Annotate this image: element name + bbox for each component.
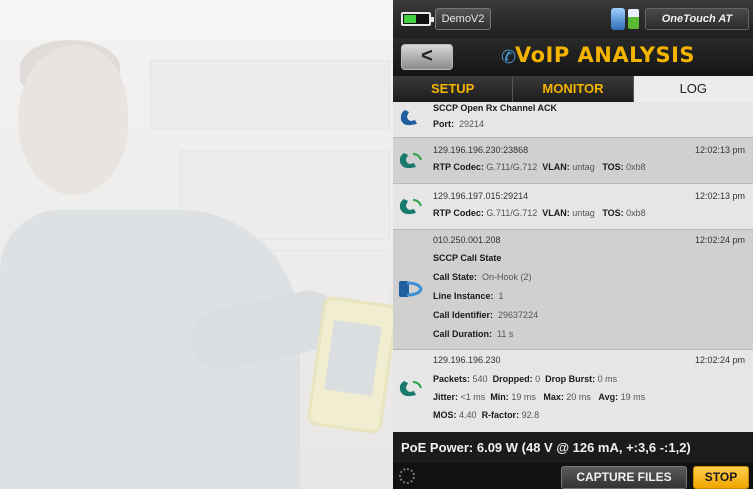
dropped-value: 0 [535, 374, 541, 384]
device-screen: DemoV2 OneTouch AT < ✆ VoIP ANALYSIS SET… [393, 0, 753, 489]
profile-button[interactable]: DemoV2 [435, 8, 491, 30]
tab-bar: SETUP MONITOR LOG [393, 76, 753, 102]
vlan-value: untag [572, 208, 595, 218]
page-title: VoIP ANALYSIS [515, 43, 696, 67]
entry-address: 010.250.001.208 [433, 235, 501, 245]
drop-burst-value: 0 ms [597, 374, 618, 384]
entry-time: 12:02:24 pm [694, 235, 745, 245]
tab-setup[interactable]: SETUP [393, 76, 514, 102]
log-list[interactable]: SCCP Open Rx Channel ACK Port: 29214 129… [393, 102, 753, 432]
min-value: 19 ms [511, 392, 536, 402]
tos-label: TOS: [602, 208, 624, 218]
list-item[interactable]: 129.196.196.230 12:02:24 pm Packets: 540… [393, 350, 753, 432]
poe-power-status: PoE Power: 6.09 W (48 V @ 126 mA, +:3,6 … [393, 432, 753, 463]
max-label: Max: [543, 392, 564, 402]
battery-icon [401, 12, 434, 26]
title-bar: < ✆ VoIP ANALYSIS [393, 38, 753, 76]
packets-label: Packets: [433, 374, 471, 384]
rtp-phone-icon [399, 153, 422, 169]
entry-time: 12:02:13 pm [694, 191, 745, 201]
stop-button[interactable]: STOP [693, 466, 749, 489]
rfactor-value: 92.8 [521, 410, 540, 420]
drop-burst-label: Drop Burst: [545, 374, 596, 384]
line-instance-label: Line Instance: [433, 291, 494, 301]
max-value: 20 ms [566, 392, 591, 402]
mos-value: 4.40 [459, 410, 477, 420]
entry-title: SCCP Open Rx Channel ACK [433, 103, 558, 113]
entry-title: SCCP Call State [433, 253, 502, 263]
background-photo [0, 0, 393, 489]
avg-value: 19 ms [620, 392, 646, 402]
vlan-value: untag [572, 162, 595, 172]
rfactor-label: R-factor: [481, 410, 520, 420]
mos-label: MOS: [433, 410, 457, 420]
list-item[interactable]: SCCP Open Rx Channel ACK Port: 29214 [393, 102, 753, 138]
activity-spinner-icon [399, 468, 415, 484]
min-label: Min: [490, 392, 509, 402]
handset-icon [400, 110, 417, 126]
entry-time: 12:02:13 pm [694, 145, 745, 155]
list-item[interactable]: 129.196.197.015:29214 12:02:13 pm RTP Co… [393, 184, 753, 230]
port-label: Port: [433, 119, 454, 129]
call-id-value: 29637224 [498, 310, 539, 320]
line-instance-value: 1 [498, 291, 504, 301]
port-value: 29214 [459, 119, 485, 129]
call-state-label: Call State: [433, 272, 478, 282]
codec-label: RTP Codec: [433, 208, 484, 218]
tos-value: 0xb8 [626, 162, 646, 172]
brand-button[interactable]: OneTouch AT [645, 8, 749, 30]
call-id-label: Call Identifier: [433, 310, 494, 320]
rtp-phone-icon [399, 199, 422, 215]
entry-address: 129.196.196.230:23868 [433, 145, 529, 155]
avg-label: Avg: [598, 392, 619, 402]
codec-value: G.711/G.712 [486, 162, 538, 172]
vlan-label: VLAN: [542, 162, 570, 172]
back-button[interactable]: < [401, 44, 453, 70]
jitter-label: Jitter: [433, 392, 459, 402]
vlan-label: VLAN: [542, 208, 570, 218]
tab-log[interactable]: LOG [633, 76, 753, 102]
list-item[interactable]: 010.250.001.208 12:02:24 pm SCCP Call St… [393, 230, 753, 350]
tos-value: 0xb8 [626, 208, 646, 218]
jitter-value: <1 ms [460, 392, 486, 402]
codec-value: G.711/G.712 [486, 208, 538, 218]
codec-label: RTP Codec: [433, 162, 484, 172]
network-icon[interactable] [611, 8, 625, 30]
tos-label: TOS: [602, 162, 624, 172]
capture-files-button[interactable]: CAPTURE FILES [561, 466, 687, 489]
list-item[interactable]: 129.196.196.230:23868 12:02:13 pm RTP Co… [393, 138, 753, 184]
tab-monitor[interactable]: MONITOR [513, 76, 634, 102]
rtp-phone-icon [399, 381, 422, 397]
status-bar: DemoV2 OneTouch AT [393, 0, 753, 38]
bottom-bar: CAPTURE FILES STOP [393, 463, 753, 489]
entry-time: 12:02:24 pm [694, 355, 745, 365]
call-duration-value: 11 s [497, 329, 514, 339]
packets-value: 540 [472, 374, 488, 384]
dropped-label: Dropped: [492, 374, 533, 384]
handset-icon: ✆ [501, 47, 517, 67]
call-duration-label: Call Duration: [433, 329, 493, 339]
sd-card-icon[interactable] [628, 9, 639, 29]
photo-overlay [0, 0, 393, 489]
entry-address: 129.196.196.230 [433, 355, 501, 365]
call-state-value: On-Hook (2) [482, 272, 532, 282]
entry-address: 129.196.197.015:29214 [433, 191, 529, 201]
call-state-icon [399, 281, 423, 297]
